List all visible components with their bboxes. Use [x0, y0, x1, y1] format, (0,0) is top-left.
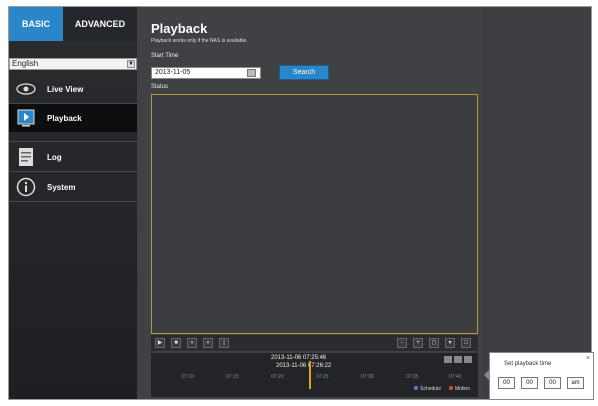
- timeline-tick: 07:10: [181, 374, 194, 380]
- timeline-tick: 07:30: [361, 374, 374, 380]
- sidebar-item-label: Playback: [47, 113, 82, 123]
- language-selected: English: [12, 59, 39, 68]
- main-content: Playback Playback works only if the NAS …: [137, 7, 482, 399]
- divider: [9, 141, 137, 142]
- start-date-input[interactable]: 2013-11-05: [151, 67, 261, 79]
- popup-title: Set playback time: [504, 361, 552, 367]
- play-icon[interactable]: ▶: [155, 338, 165, 348]
- divider: [9, 201, 137, 202]
- playback-controls: ▶ ■ « » | - + ◻ ▾ □: [151, 335, 478, 351]
- calendar-icon[interactable]: [247, 69, 256, 77]
- seconds-field[interactable]: 00: [544, 377, 561, 389]
- timeline-cursor[interactable]: [309, 361, 311, 389]
- timeline[interactable]: 2013-11-06 07:25:46 2013-11-06 07:26:22 …: [151, 353, 478, 397]
- timeline-date-cursor: 2013-11-06 07:26:22: [276, 363, 332, 369]
- legend-label: Schedule: [420, 386, 441, 392]
- set-playback-time-popup: Set playback time × 00 00 00 am: [484, 352, 594, 400]
- sidebar-item-label: System: [47, 182, 76, 192]
- status-label: Status: [151, 84, 169, 90]
- schedule-dot-icon: [414, 386, 419, 390]
- mode-tabs: BASIC ADVANCED: [9, 7, 137, 41]
- tab-basic[interactable]: BASIC: [9, 7, 63, 41]
- log-icon: [15, 147, 37, 167]
- sidebar-item-label: Log: [47, 152, 62, 162]
- zoom-in-icon[interactable]: +: [413, 338, 423, 348]
- divider: [9, 171, 137, 172]
- info-icon: [15, 177, 37, 197]
- search-button[interactable]: Search: [279, 65, 329, 80]
- ampm-field[interactable]: am: [567, 377, 584, 389]
- tab-advanced[interactable]: ADVANCED: [63, 7, 137, 41]
- timeline-tick: 07:35: [406, 374, 419, 380]
- legend-schedule: Schedule: [414, 386, 441, 392]
- sidebar: BASIC ADVANCED English ▼ Live View Playb…: [9, 7, 151, 399]
- sidebar-item-live-view[interactable]: Live View: [9, 75, 137, 103]
- minutes-field[interactable]: 00: [521, 377, 538, 389]
- zoom-icon[interactable]: [454, 356, 462, 363]
- zoom-icon[interactable]: [464, 356, 472, 363]
- start-time-label: Start Time: [151, 53, 179, 59]
- stop-icon[interactable]: ■: [171, 338, 181, 348]
- step-icon[interactable]: |: [219, 338, 229, 348]
- eye-icon: [15, 79, 37, 99]
- sidebar-item-label: Live View: [47, 84, 84, 94]
- zoom-icon[interactable]: [444, 356, 452, 363]
- sidebar-item-system[interactable]: System: [9, 173, 137, 201]
- snapshot-icon[interactable]: ◻: [429, 338, 439, 348]
- timeline-legend: Schedule Motion: [414, 386, 470, 392]
- language-select[interactable]: English ▼: [9, 58, 137, 70]
- video-viewer: [151, 94, 478, 334]
- timeline-zoom-controls: [444, 356, 472, 363]
- timeline-ticks: 07:10 07:15 07:20 07:25 07:30 07:35 07:4…: [151, 371, 478, 383]
- timeline-date-current: 2013-11-06 07:25:46: [271, 355, 327, 361]
- sidebar-item-log[interactable]: Log: [9, 143, 137, 171]
- timeline-tick: 07:20: [271, 374, 284, 380]
- timeline-tick: 07:40: [449, 374, 462, 380]
- page-subtitle: Playback works only if the NAS is availa…: [151, 38, 248, 44]
- fast-forward-icon[interactable]: »: [203, 338, 213, 348]
- zoom-out-icon[interactable]: -: [397, 338, 407, 348]
- legend-motion: Motion: [448, 386, 470, 392]
- sidebar-item-playback[interactable]: Playback: [9, 104, 151, 132]
- rewind-icon[interactable]: «: [187, 338, 197, 348]
- app-frame: BASIC ADVANCED English ▼ Live View Playb…: [8, 6, 592, 400]
- playback-icon: [15, 108, 37, 128]
- fullscreen-icon[interactable]: □: [461, 338, 471, 348]
- download-icon[interactable]: ▾: [445, 338, 455, 348]
- time-fields: 00 00 00 am: [498, 377, 584, 389]
- timeline-tick: 07:25: [316, 374, 329, 380]
- right-panel: [482, 7, 591, 399]
- motion-dot-icon: [448, 386, 453, 390]
- page-title: Playback: [151, 21, 208, 36]
- close-icon[interactable]: ×: [586, 355, 590, 362]
- legend-label: Motion: [454, 386, 470, 392]
- chevron-down-icon[interactable]: ▼: [127, 60, 135, 68]
- timeline-tick: 07:15: [226, 374, 239, 380]
- hours-field[interactable]: 00: [498, 377, 515, 389]
